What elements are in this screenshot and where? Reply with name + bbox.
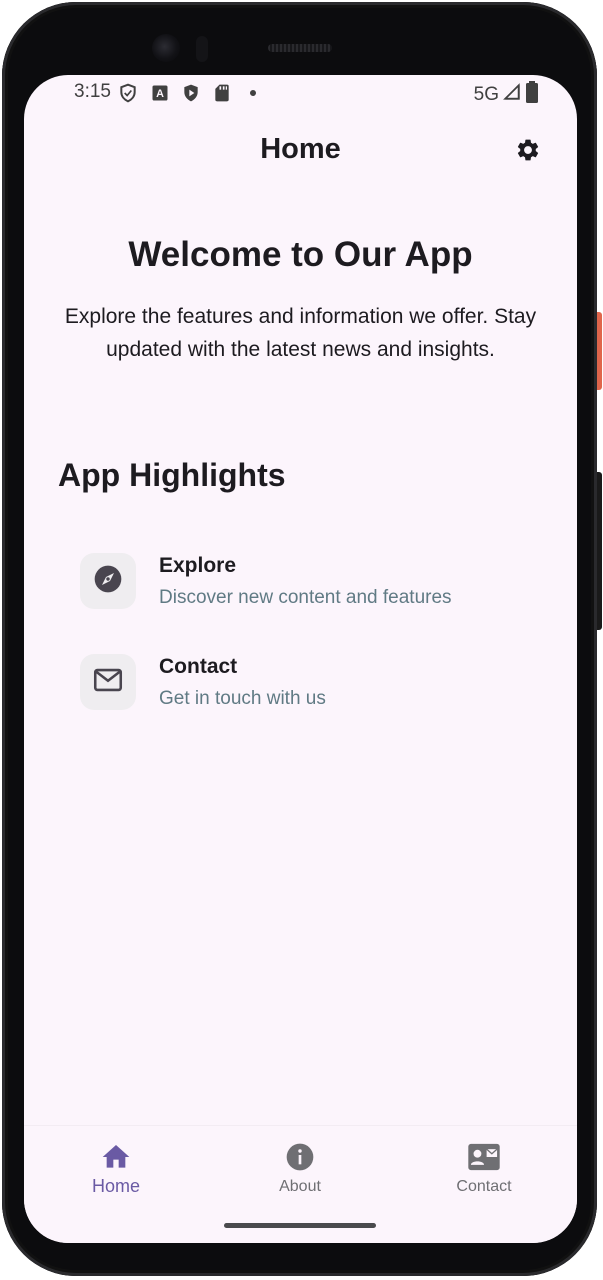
compass-icon <box>92 563 124 600</box>
front-camera <box>152 34 180 62</box>
gear-icon <box>515 137 541 168</box>
highlight-title: Contact <box>159 655 238 678</box>
sd-card-icon <box>212 83 232 103</box>
page-title: Home <box>260 133 341 165</box>
a-badge-icon: A <box>150 83 170 103</box>
highlight-item-explore[interactable]: Explore Discover new content and feature… <box>80 553 540 613</box>
nav-label-about: About <box>279 1178 321 1195</box>
highlight-title: Explore <box>159 554 237 577</box>
contact-card-icon <box>467 1140 501 1174</box>
shield-icon <box>118 83 138 103</box>
home-icon <box>99 1140 133 1174</box>
network-type: 5G <box>473 84 499 105</box>
nav-item-about[interactable]: About <box>240 1140 360 1204</box>
highlight-icon-box <box>80 654 136 710</box>
proximity-sensor <box>196 36 208 62</box>
nav-item-home[interactable]: Home <box>56 1140 176 1204</box>
home-indicator[interactable] <box>224 1223 376 1228</box>
info-icon <box>283 1140 317 1174</box>
nav-label-contact: Contact <box>456 1178 512 1195</box>
highlight-item-contact[interactable]: Contact Get in touch with us <box>80 654 540 714</box>
dot-icon <box>246 83 266 103</box>
settings-button[interactable] <box>513 137 543 167</box>
earpiece-speaker <box>268 44 332 52</box>
highlight-subtitle: Get in touch with us <box>159 688 326 709</box>
play-shield-icon <box>181 83 201 103</box>
nav-item-contact[interactable]: Contact <box>424 1140 544 1204</box>
status-right: 5G <box>474 81 539 109</box>
status-bar: 3:15 A 5G <box>24 75 577 111</box>
mail-icon <box>91 663 125 702</box>
status-time: 3:15 <box>74 81 111 102</box>
battery-icon <box>525 81 539 109</box>
highlight-subtitle: Discover new content and features <box>159 587 452 608</box>
power-button <box>597 312 602 390</box>
welcome-title: Welcome to Our App <box>128 235 473 274</box>
highlight-icon-box <box>80 553 136 609</box>
screen: 3:15 A 5G Home Welcome to Our App Explor… <box>24 75 577 1243</box>
signal-icon <box>503 83 521 107</box>
welcome-description: Explore the features and information we … <box>64 305 537 361</box>
volume-button <box>597 472 602 630</box>
highlights-title: App Highlights <box>58 457 286 493</box>
svg-text:A: A <box>156 88 164 100</box>
nav-label-home: Home <box>91 1176 140 1196</box>
